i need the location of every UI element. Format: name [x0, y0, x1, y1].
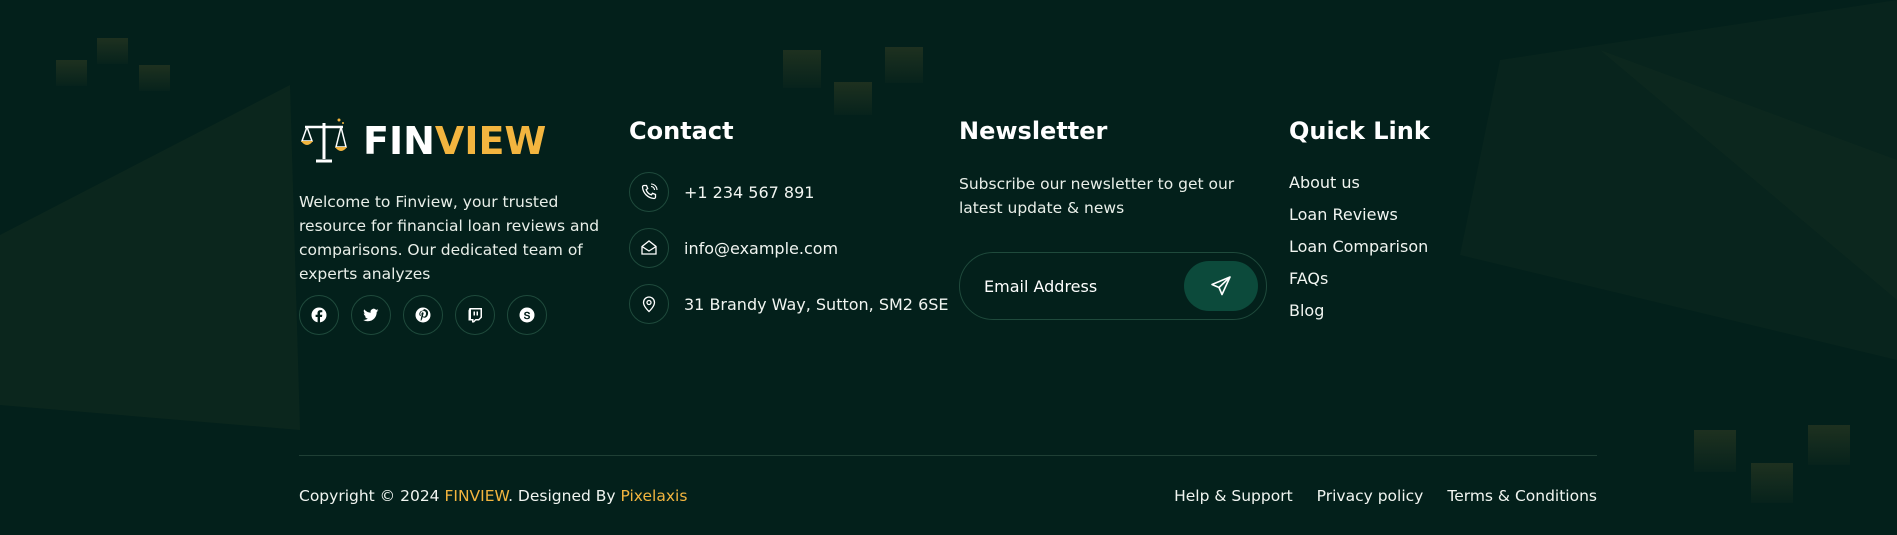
copyright-brand-link[interactable]: FINVIEW: [444, 487, 508, 505]
street-address: 31 Brandy Way, Sutton, SM2 6SE: [684, 294, 949, 314]
email-address: info@example.com: [684, 238, 839, 258]
mail-icon: [629, 228, 669, 268]
copyright: Copyright © 2024 FINVIEW. Designed By Pi…: [299, 487, 687, 505]
footer: FINVIEW Welcome to Finview, your trusted…: [299, 0, 1597, 535]
social-links: [299, 295, 547, 335]
newsletter-form: [959, 252, 1267, 320]
subscribe-button[interactable]: [1184, 261, 1258, 311]
quick-link-about[interactable]: About us: [1289, 171, 1428, 203]
decor-square: [97, 38, 128, 64]
skype-link[interactable]: [507, 295, 547, 335]
scale-icon: [300, 118, 347, 163]
contact-title: Contact: [629, 117, 734, 145]
twitch-icon: [468, 308, 482, 323]
send-icon: [1211, 276, 1231, 296]
help-support-link[interactable]: Help & Support: [1174, 487, 1293, 505]
contact-list: +1 234 567 891 info@example.com 31 Brand…: [629, 171, 949, 339]
designed-by-text: . Designed By: [508, 487, 621, 505]
contact-email[interactable]: info@example.com: [629, 227, 949, 269]
quick-link-blog[interactable]: Blog: [1289, 299, 1428, 331]
brand-description: Welcome to Finview, your trusted resourc…: [299, 193, 600, 283]
twitter-icon: [363, 308, 379, 322]
quick-link-loan-comparison[interactable]: Loan Comparison: [1289, 235, 1428, 267]
brand-name-fin: FIN: [363, 119, 435, 163]
decor-square: [139, 65, 170, 91]
facebook-link[interactable]: [299, 295, 339, 335]
pinterest-link[interactable]: [403, 295, 443, 335]
quick-link-loan-reviews[interactable]: Loan Reviews: [1289, 203, 1428, 235]
phone-number: +1 234 567 891: [684, 182, 815, 202]
decor-square: [1808, 425, 1850, 465]
newsletter-title: Newsletter: [959, 117, 1108, 145]
decor-square: [1751, 463, 1793, 503]
twitter-link[interactable]: [351, 295, 391, 335]
facebook-icon: [311, 307, 327, 323]
email-input[interactable]: [984, 276, 1184, 296]
decor-square: [56, 60, 87, 86]
brand-name: FINVIEW: [363, 119, 546, 163]
decor-square: [1694, 430, 1736, 472]
quick-links-list: About us Loan Reviews Loan Comparison FA…: [1289, 171, 1428, 331]
pinterest-icon: [415, 307, 431, 323]
phone-icon: [629, 172, 669, 212]
legal-links: Help & Support Privacy policy Terms & Co…: [1174, 487, 1597, 505]
newsletter-description: Subscribe our newsletter to get our late…: [959, 175, 1235, 217]
quick-links-title: Quick Link: [1289, 117, 1430, 145]
terms-conditions-link[interactable]: Terms & Conditions: [1447, 487, 1597, 505]
skype-icon: [519, 307, 535, 323]
location-pin-icon: [629, 284, 669, 324]
contact-phone[interactable]: +1 234 567 891: [629, 171, 949, 213]
designer-link[interactable]: Pixelaxis: [620, 487, 687, 505]
brand-name-view: VIEW: [434, 119, 547, 163]
privacy-policy-link[interactable]: Privacy policy: [1317, 487, 1424, 505]
footer-divider: [299, 455, 1597, 456]
twitch-link[interactable]: [455, 295, 495, 335]
brand-logo-link[interactable]: FINVIEW: [299, 117, 546, 165]
contact-address[interactable]: 31 Brandy Way, Sutton, SM2 6SE: [629, 283, 949, 325]
quick-link-faqs[interactable]: FAQs: [1289, 267, 1428, 299]
copyright-prefix: Copyright © 2024: [299, 487, 445, 505]
